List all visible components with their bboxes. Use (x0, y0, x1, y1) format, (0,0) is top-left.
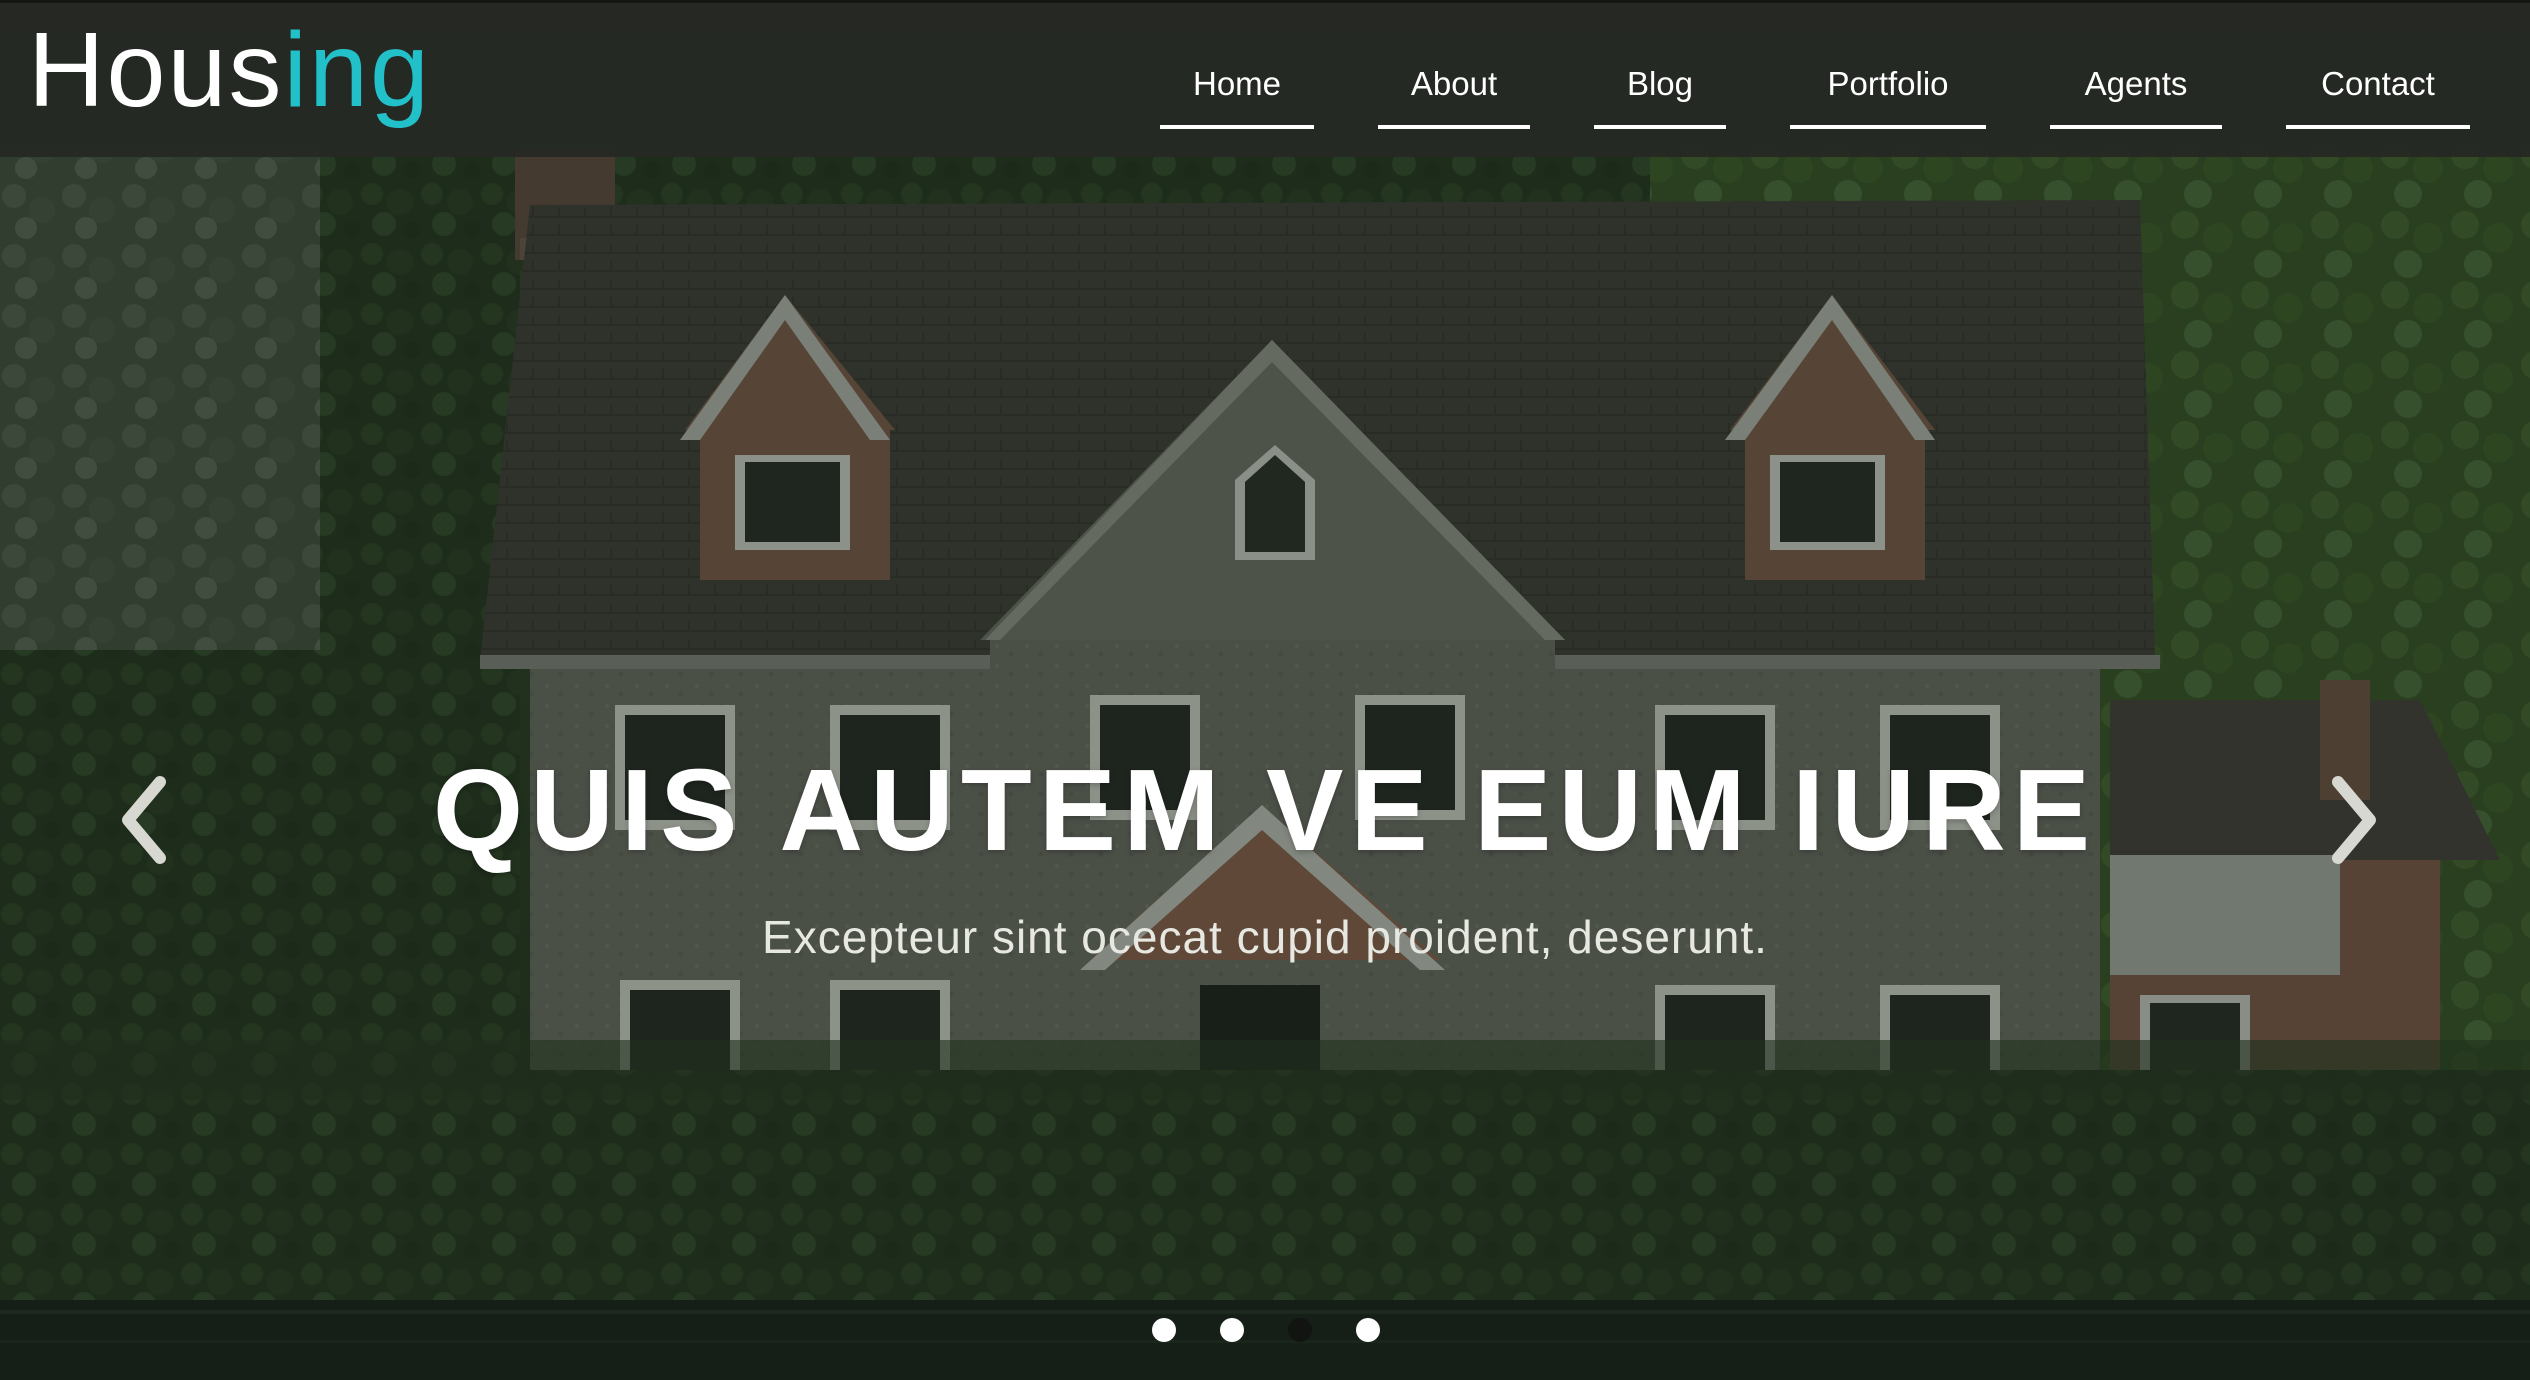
brand-logo[interactable]: Housing (28, 17, 431, 123)
carousel-prev-button[interactable] (108, 772, 188, 868)
carousel-indicator-2[interactable] (1220, 1318, 1244, 1342)
chevron-right-icon (2332, 776, 2376, 864)
nav-item-label: Home (1192, 65, 1282, 102)
carousel-indicator-3[interactable] (1288, 1318, 1312, 1342)
nav-item-contact[interactable]: Contact (2286, 53, 2470, 129)
nav-item-agents[interactable]: Agents (2050, 53, 2222, 129)
logo-text-primary: Hous (28, 11, 284, 129)
nav-item-portfolio[interactable]: Portfolio (1790, 53, 1986, 129)
carousel-indicator-1[interactable] (1152, 1318, 1176, 1342)
carousel-next-button[interactable] (2310, 772, 2390, 868)
hero-background-image (0, 0, 2530, 1380)
nav-item-label: About (1410, 65, 1498, 102)
carousel-indicator-4[interactable] (1356, 1318, 1380, 1342)
nav-item-label: Blog (1626, 65, 1694, 102)
nav-item-home[interactable]: Home (1160, 53, 1314, 129)
hero-title: QUIS AUTEM VE EUM IURE (432, 745, 2098, 875)
nav-item-blog[interactable]: Blog (1594, 53, 1726, 129)
nav-item-label: Contact (2321, 65, 2435, 102)
nav-item-about[interactable]: About (1378, 53, 1530, 129)
chevron-left-icon (122, 776, 166, 864)
logo-text-accent: ing (283, 11, 431, 129)
top-navbar: Housing Home About Blog Portfolio Agents… (0, 0, 2530, 157)
nav-item-label: Agents (2084, 65, 2188, 102)
page: Housing Home About Blog Portfolio Agents… (0, 0, 2530, 1380)
hero-subtitle: Excepteur sint ocecat cupid proident, de… (762, 911, 1768, 963)
nav-item-label: Portfolio (1827, 65, 1949, 102)
